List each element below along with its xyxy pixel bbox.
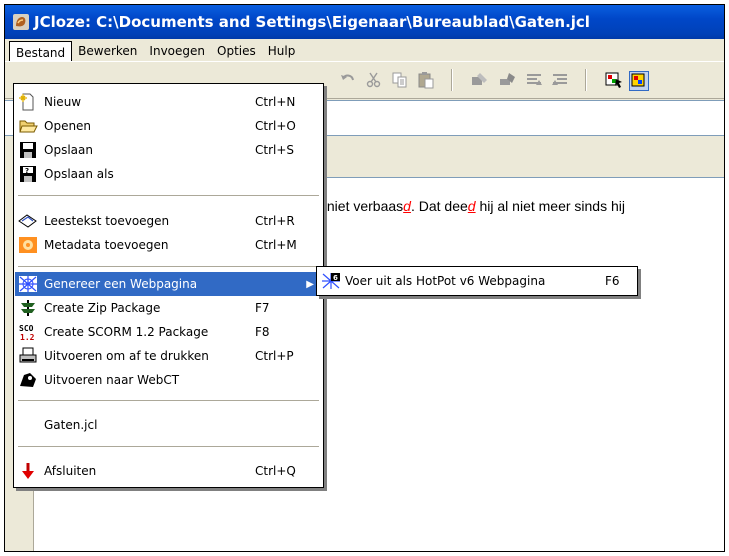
window-title: JCloze: C:\Documents and Settings\Eigena… [34, 13, 590, 31]
open-folder-icon [19, 120, 38, 133]
exit-icon [22, 463, 34, 479]
toolbar-separator [451, 69, 453, 91]
gap-icon[interactable] [471, 71, 489, 89]
menu-item-create-scorm[interactable]: SCO 1.2 Create SCORM 1.2 Package F8 [15, 320, 322, 344]
menu-item-shortcut: F7 [255, 301, 270, 315]
menu-item-shortcut: Ctrl+S [255, 143, 295, 157]
menu-separator [18, 266, 319, 267]
gap-right-icon[interactable] [551, 71, 569, 89]
gap-word: d [467, 198, 476, 214]
submenu-item-label: Voer uit als HotPot v6 Webpagina [345, 274, 546, 288]
submenu-item-hotpot-v6[interactable]: 6 Voer uit als HotPot v6 Webpagina F6 [317, 267, 637, 295]
menu-item-openen[interactable]: Openen Ctrl+O [15, 114, 322, 138]
menu-bewerken[interactable]: Bewerken [72, 41, 143, 59]
new-file-icon [19, 93, 34, 111]
save-as-icon: ? [20, 166, 36, 182]
cloze-text: k niet verbaasd. Dat deed hij al niet me… [316, 198, 625, 214]
menu-bar: Bestand Bewerken Invoegen Opties Hulp [5, 39, 724, 63]
menu-item-afsluiten[interactable]: Afsluiten Ctrl+Q [15, 459, 322, 483]
menu-item-create-zip[interactable]: Create Zip Package F7 [15, 296, 322, 320]
menu-item-opslaan[interactable]: Opslaan Ctrl+S [15, 138, 322, 162]
svg-text:SCO: SCO [19, 324, 34, 333]
submenu-item-shortcut: F6 [605, 274, 620, 288]
webct-icon [20, 373, 36, 387]
svg-text:6: 6 [333, 274, 338, 282]
menu-item-label: Uitvoeren naar WebCT [44, 373, 180, 387]
scorm-icon: SCO 1.2 [19, 324, 35, 341]
menu-separator [18, 195, 319, 196]
zip-icon [21, 300, 35, 316]
file-menu-dropdown: Nieuw Ctrl+N Openen Ctrl+O Opslaan Ctrl+… [13, 83, 324, 488]
cut-icon[interactable] [365, 71, 383, 89]
webpage-icon[interactable] [605, 71, 623, 89]
menu-item-recent-file[interactable]: Gaten.jcl [15, 413, 322, 437]
submenu-arrow-icon: ▶ [306, 278, 314, 290]
menu-item-leestekst-toevoegen[interactable]: Leestekst toevoegen Ctrl+R [15, 209, 322, 233]
reading-text-icon [18, 214, 37, 228]
metadata-icon [19, 237, 37, 253]
undo-icon[interactable] [339, 71, 357, 89]
menu-item-webct[interactable]: Uitvoeren naar WebCT [15, 368, 322, 392]
menu-item-opslaan-als[interactable]: ? Opslaan als [15, 162, 322, 186]
menu-item-nieuw[interactable]: Nieuw Ctrl+N [15, 90, 322, 114]
menu-item-label: Gaten.jcl [44, 418, 98, 432]
print-icon [19, 347, 37, 363]
gap-left-icon[interactable] [525, 71, 543, 89]
clear-gap-icon[interactable] [499, 71, 517, 89]
copy-icon[interactable] [391, 71, 409, 89]
menu-item-afdrukken[interactable]: Uitvoeren om af te drukken Ctrl+P [15, 344, 322, 368]
gap-word: d [403, 198, 411, 214]
svg-text:1.2: 1.2 [20, 333, 35, 341]
menu-invoegen[interactable]: Invoegen [143, 41, 211, 59]
toolbar-separator [585, 69, 587, 91]
menu-item-label: Genereer een Webpagina [44, 277, 198, 291]
menu-item-shortcut: Ctrl+Q [255, 464, 296, 478]
hotpot-v6-icon: 6 [322, 273, 340, 289]
title-bar[interactable]: JCloze: C:\Documents and Settings\Eigena… [5, 5, 724, 39]
svg-text:?: ? [25, 167, 29, 175]
save-disk-icon [20, 142, 36, 158]
menu-separator [18, 446, 319, 447]
menu-item-label: Create SCORM 1.2 Package [44, 325, 209, 339]
menu-item-genereer-webpagina[interactable]: Genereer een Webpagina ▶ [15, 272, 322, 296]
menu-item-metadata-toevoegen[interactable]: Metadata toevoegen Ctrl+M [15, 233, 322, 257]
paste-icon[interactable] [417, 71, 435, 89]
menu-item-shortcut: Ctrl+P [255, 349, 294, 363]
menu-item-shortcut: Ctrl+O [255, 119, 296, 133]
menu-item-shortcut: Ctrl+M [255, 238, 297, 252]
web-icon [19, 276, 37, 292]
menu-opties[interactable]: Opties [211, 41, 262, 59]
export-icon[interactable] [629, 71, 649, 91]
menu-item-shortcut: Ctrl+R [255, 214, 295, 228]
menu-separator [18, 400, 319, 401]
menu-bestand[interactable]: Bestand [9, 41, 73, 63]
menu-item-shortcut: Ctrl+N [255, 95, 296, 109]
menu-item-shortcut: F8 [255, 325, 270, 339]
hotpotatoes-app-icon [13, 14, 29, 30]
app-window: JCloze: C:\Documents and Settings\Eigena… [4, 4, 725, 552]
menu-item-label: Opslaan als [44, 167, 114, 181]
menu-hulp[interactable]: Hulp [262, 41, 302, 59]
menu-item-label: Create Zip Package [44, 301, 161, 315]
webpage-submenu: 6 Voer uit als HotPot v6 Webpagina F6 [316, 266, 638, 296]
